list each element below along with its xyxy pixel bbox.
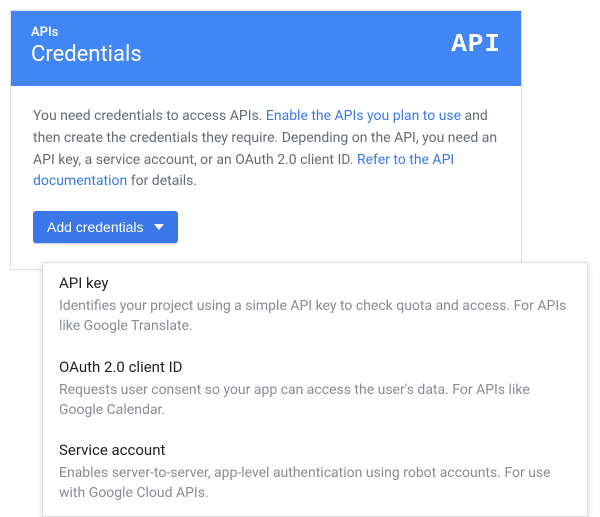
intro-text: You need credentials to access APIs. Ena… — [33, 106, 499, 193]
page-title: Credentials — [31, 42, 142, 68]
dropdown-item-title: OAuth 2.0 client ID — [59, 357, 571, 378]
dropdown-item-desc: Identifies your project using a simple A… — [59, 296, 571, 337]
credentials-card: APIs Credentials API You need credential… — [10, 10, 522, 270]
card-body: You need credentials to access APIs. Ena… — [11, 86, 521, 269]
enable-apis-link[interactable]: Enable the APIs you plan to use — [266, 108, 461, 124]
add-credentials-label: Add credentials — [47, 219, 144, 235]
dropdown-item-desc: Enables server-to-server, app-level auth… — [59, 463, 571, 504]
card-header: APIs Credentials API — [11, 11, 521, 86]
header-kicker: APIs — [31, 25, 142, 40]
intro-segment: You need credentials to access APIs. — [33, 108, 266, 124]
caret-down-icon — [154, 224, 164, 230]
dropdown-item-api-key[interactable]: API key Identifies your project using a … — [43, 263, 587, 349]
dropdown-item-title: API key — [59, 273, 571, 294]
dropdown-item-service-account[interactable]: Service account Enables server-to-server… — [43, 432, 587, 516]
dropdown-item-title: Service account — [59, 440, 571, 461]
button-row: Add credentials — [33, 211, 499, 243]
api-logo: API — [451, 31, 501, 57]
dropdown-item-oauth[interactable]: OAuth 2.0 client ID Requests user consen… — [43, 349, 587, 433]
header-left: APIs Credentials — [31, 25, 142, 68]
add-credentials-button[interactable]: Add credentials — [33, 211, 178, 243]
intro-segment: for details. — [127, 173, 197, 189]
add-credentials-dropdown: API key Identifies your project using a … — [42, 262, 588, 517]
dropdown-item-desc: Requests user consent so your app can ac… — [59, 380, 571, 421]
